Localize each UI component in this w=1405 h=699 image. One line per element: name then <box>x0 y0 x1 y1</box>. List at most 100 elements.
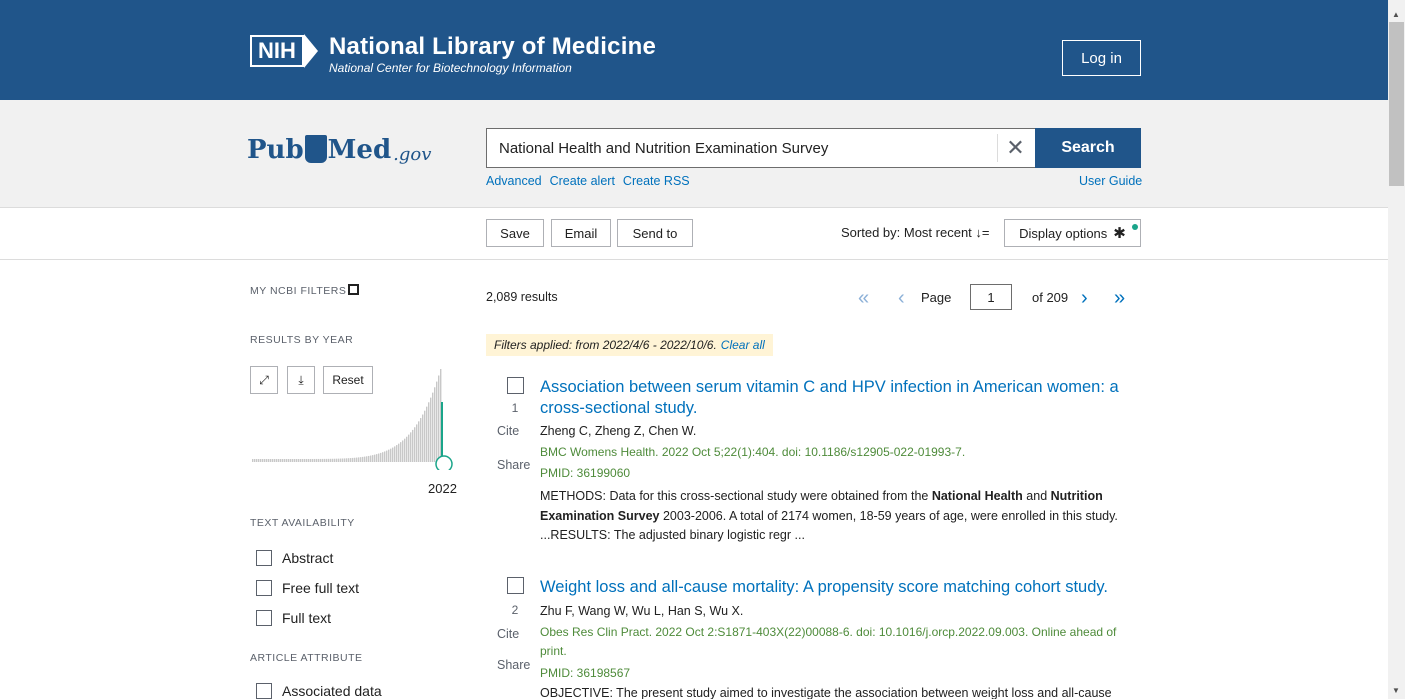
year-bar <box>268 459 270 462</box>
next-page-icon[interactable]: › <box>1081 284 1088 312</box>
year-bar <box>304 458 306 462</box>
create-rss-link[interactable]: Create RSS <box>623 174 690 188</box>
first-page-icon[interactable]: « <box>858 284 869 312</box>
last-page-icon[interactable]: » <box>1114 284 1125 312</box>
year-bar <box>416 424 418 462</box>
year-bar <box>284 458 286 462</box>
result-number: 2 <box>511 603 519 617</box>
year-bar <box>414 427 416 462</box>
result-checkbox[interactable] <box>507 377 524 394</box>
result-title[interactable]: Association between serum vitamin C and … <box>540 377 1130 419</box>
share-button[interactable]: Share <box>497 458 530 472</box>
year-bar <box>266 459 268 462</box>
my-ncbi-filters-heading[interactable]: MY NCBI FILTERS <box>250 285 346 297</box>
result-pmid: PMID: 36198567 <box>540 666 631 680</box>
send-to-button[interactable]: Send to <box>617 219 693 247</box>
results-by-year-chart[interactable] <box>252 366 457 470</box>
result-checkbox[interactable] <box>507 577 524 594</box>
cite-button[interactable]: Cite <box>497 424 519 438</box>
year-bar <box>262 459 264 462</box>
year-bar <box>366 456 368 462</box>
year-bar <box>384 451 386 462</box>
search-box: ✕ <box>486 128 1035 168</box>
advanced-link[interactable]: Advanced <box>486 174 542 188</box>
year-bar <box>306 458 308 462</box>
year-bar <box>276 458 278 462</box>
year-bar <box>354 457 356 462</box>
year-bar <box>390 448 392 462</box>
sort-icon: ↓= <box>975 225 990 240</box>
year-bar <box>344 458 346 462</box>
sort-control[interactable]: Sorted by: Most recent ↓= <box>841 225 990 240</box>
year-bar <box>258 459 260 462</box>
year-bar <box>280 458 282 462</box>
year-bar <box>256 459 258 462</box>
pubmed-logo[interactable]: Pub Med .gov <box>247 133 431 165</box>
year-bar <box>272 459 274 462</box>
page-number-input[interactable]: 1 <box>970 284 1012 310</box>
year-bar <box>320 458 322 462</box>
cite-button[interactable]: Cite <box>497 627 519 641</box>
filter-full-text[interactable]: Full text <box>256 608 331 628</box>
result-citation: BMC Womens Health. 2022 Oct 5;22(1):404.… <box>540 445 966 459</box>
year-bar <box>404 438 406 462</box>
year-bar <box>322 458 324 462</box>
nih-banner <box>0 0 1388 100</box>
year-bar <box>300 458 302 462</box>
share-button[interactable]: Share <box>497 658 530 672</box>
year-bar <box>332 458 334 462</box>
checkbox[interactable] <box>256 580 272 596</box>
save-button[interactable]: Save <box>486 219 544 247</box>
year-bar <box>318 458 320 462</box>
year-bar <box>430 397 432 462</box>
prev-page-icon[interactable]: ‹ <box>898 284 905 312</box>
result-title[interactable]: Weight loss and all-cause mortality: A p… <box>540 577 1130 598</box>
year-bar <box>252 459 254 462</box>
checkbox[interactable] <box>256 683 272 699</box>
filter-abstract[interactable]: Abstract <box>256 548 333 568</box>
external-link-icon[interactable] <box>348 284 359 295</box>
login-button[interactable]: Log in <box>1062 40 1141 76</box>
scroll-up-icon[interactable]: ▲ <box>1392 10 1400 19</box>
filter-free-full-text[interactable]: Free full text <box>256 578 359 598</box>
email-button[interactable]: Email <box>551 219 611 247</box>
scrollbar-thumb[interactable] <box>1389 22 1404 186</box>
year-bar <box>316 458 318 462</box>
year-bar <box>360 457 362 462</box>
year-bar <box>406 436 408 462</box>
year-bar <box>286 458 288 462</box>
year-bar <box>364 456 366 462</box>
result-snippet: OBJECTIVE: The present study aimed to in… <box>540 686 1112 699</box>
year-bar <box>310 458 312 462</box>
year-bar <box>378 453 380 462</box>
action-row <box>0 208 1388 260</box>
clear-all-link[interactable]: Clear all <box>721 338 765 352</box>
nih-logo-icon[interactable]: NIH <box>250 34 320 68</box>
year-bar <box>418 421 420 462</box>
pubmed-book-icon <box>304 135 327 163</box>
nlm-title[interactable]: National Library of Medicine <box>329 33 656 61</box>
scroll-down-icon[interactable]: ▼ <box>1392 686 1400 695</box>
year-bar <box>356 457 358 462</box>
year-bar <box>374 454 376 462</box>
checkbox[interactable] <box>256 550 272 566</box>
create-alert-link[interactable]: Create alert <box>550 174 615 188</box>
search-button[interactable]: Search <box>1035 128 1141 168</box>
year-bar <box>260 459 262 462</box>
display-options-button[interactable]: Display options ✱ <box>1004 219 1141 247</box>
year-bar <box>288 458 290 462</box>
filter-associated-data[interactable]: Associated data <box>256 681 382 699</box>
year-bar <box>348 458 350 462</box>
year-bar <box>438 375 440 462</box>
year-bar <box>372 455 374 462</box>
search-input[interactable] <box>487 129 995 167</box>
year-bar <box>292 458 294 462</box>
year-bar <box>254 459 256 462</box>
checkbox[interactable] <box>256 610 272 626</box>
year-slider-handle[interactable] <box>435 455 453 470</box>
page-label: Page <box>921 290 952 305</box>
close-icon[interactable]: ✕ <box>997 134 1033 162</box>
year-bar <box>312 458 314 462</box>
year-bar <box>388 449 390 462</box>
user-guide-link[interactable]: User Guide <box>1079 174 1142 188</box>
